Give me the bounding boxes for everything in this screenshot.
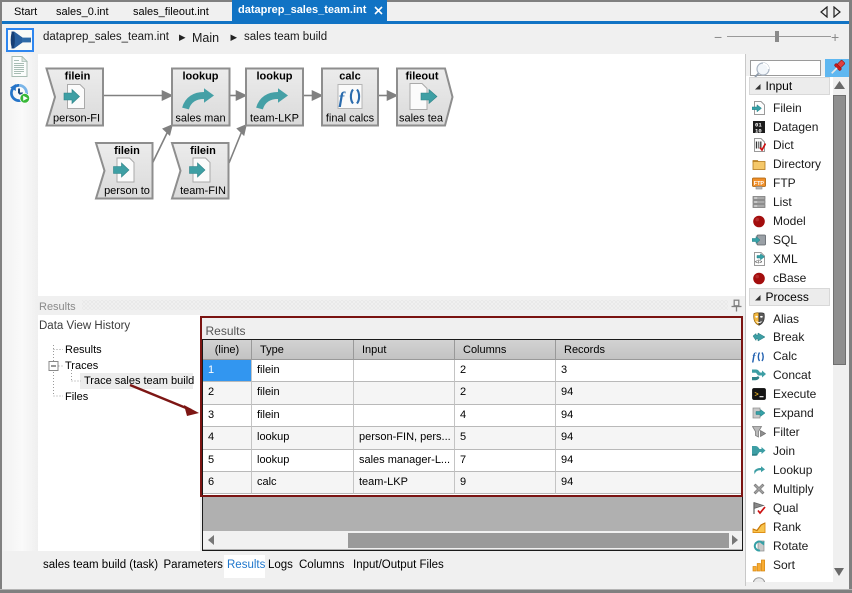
- svg-text:team-FIN: team-FIN: [180, 185, 226, 197]
- svg-text:10: 10: [755, 127, 762, 134]
- svg-text:filein: filein: [65, 71, 91, 83]
- svg-text:lookup: lookup: [256, 71, 292, 83]
- svg-text:fileout: fileout: [406, 71, 439, 83]
- svg-text:</>: </>: [755, 259, 762, 265]
- svg-text:team-LKP: team-LKP: [250, 113, 299, 125]
- svg-text:person to: person to: [104, 185, 150, 197]
- svg-text:filein: filein: [114, 145, 140, 157]
- svg-text:FTP: FTP: [754, 181, 765, 187]
- svg-text:sales man: sales man: [175, 113, 225, 125]
- svg-text:filein: filein: [190, 145, 216, 157]
- svg-text:person-FI: person-FI: [53, 113, 100, 125]
- svg-text:calc: calc: [339, 71, 360, 83]
- svg-text:>: >: [755, 392, 759, 399]
- svg-text:sales tea: sales tea: [399, 113, 444, 125]
- svg-text:final calcs: final calcs: [326, 113, 375, 125]
- svg-text:lookup: lookup: [182, 71, 218, 83]
- svg-text:f: f: [752, 351, 757, 363]
